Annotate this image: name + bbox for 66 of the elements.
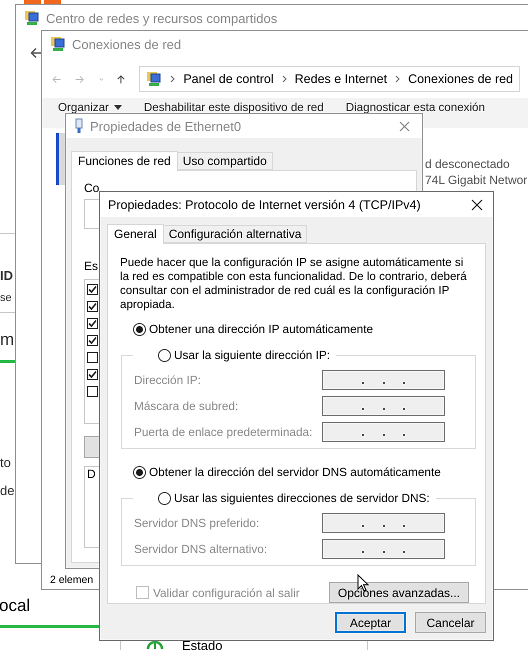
field-label: Servidor DNS preferido: [134,516,260,530]
caret-icon [114,105,122,110]
section-title: ocal [0,596,30,616]
close-icon[interactable] [471,198,483,210]
status-icon [146,638,164,650]
adapter-detail: d desconectado [425,157,511,171]
radio-label: Usar la siguiente dirección IP: [174,348,330,362]
checkbox[interactable] [87,301,98,312]
ip-address-field[interactable] [322,513,445,533]
description-text: Puede hacer que la configuración IP se asigne automáticamente si la red es compatible con esta funcionalidad. De lo contrario, deberá consultar con el administrador de red cuál es la configuración IP apropiada. [120,256,468,312]
breadcrumb-item[interactable]: Redes e Internet [294,72,388,86]
ip-address-field[interactable] [322,539,445,559]
checkbox-label: Validar configuración al salir [153,586,300,600]
breadcrumb-item[interactable]: Conexiones de red [408,72,514,86]
checkbox[interactable] [87,335,98,346]
advanced-options-button[interactable]: Opciones avanzadas... [328,582,469,603]
window-title: Propiedades de Ethernet0 [90,118,242,134]
background-text: de [0,483,14,498]
background-text: m [0,330,14,350]
checkbox[interactable] [87,352,98,363]
toolbar-button[interactable]: Diagnosticar esta conexión [346,101,485,114]
ip-address-field[interactable] [322,370,445,390]
tab[interactable]: Uso compartido [176,152,273,170]
ethernet-icon [74,118,84,134]
radio-label: Obtener una dirección IP automáticamente [149,322,374,336]
window-title: Centro de redes y recursos compartidos [46,10,278,26]
background-text: to [0,455,11,470]
up-arrow-icon[interactable] [117,72,126,86]
adapter-detail: 74L Gigabit Networ [425,173,528,187]
field-label: Máscara de subred: [134,399,238,413]
window-title: Conexiones de red [72,36,182,52]
radio-label: Obtener la dirección del servidor DNS automáticamente [149,465,441,479]
tab[interactable]: General [107,224,164,244]
field-label: Co [84,181,100,195]
checkbox[interactable] [87,369,98,380]
checkbox[interactable] [87,318,98,329]
tab[interactable]: Configuración alternativa [162,225,308,243]
ip-address-field[interactable] [322,396,445,416]
network-icon [50,36,66,52]
background-text: se [0,292,12,304]
field-label: Puerta de enlace predeterminada: [134,425,312,439]
radio-label: Usar las siguientes direcciones de servidor DNS: [174,491,430,505]
address-bar[interactable]: Panel de control Redes e Internet Conexiones de red [139,66,520,92]
checkbox[interactable] [87,284,98,295]
tab[interactable]: Funciones de red [71,151,178,171]
field-label: Servidor DNS alternativo: [134,542,268,556]
dialog-button[interactable]: Aceptar [335,612,406,633]
network-icon [24,10,40,26]
toolbar-button[interactable]: Organizar [58,101,122,114]
list-label: Es [84,259,98,273]
network-icon [146,71,162,87]
breadcrumb-item[interactable]: Panel de control [183,72,274,86]
dialog-button[interactable]: Cancelar [415,612,486,633]
checkbox[interactable] [87,386,98,397]
field-label: Dirección IP: [134,373,201,387]
chevron-right-icon [282,75,287,83]
group-label: D [87,467,96,481]
chevron-right-icon [170,75,176,83]
status-label: Estado [182,638,222,650]
status-bar-text: 2 elemen [50,574,94,586]
chevron-right-icon [395,75,400,83]
window-title: Propiedades: Protocolo de Internet versión 4 (TCP/IPv4) [108,198,421,212]
background-text: ID [0,268,13,283]
ip-address-field[interactable] [322,422,445,442]
back-arrow-icon[interactable] [30,47,44,59]
toolbar-button[interactable]: Deshabilitar este dispositivo de red [144,101,324,114]
